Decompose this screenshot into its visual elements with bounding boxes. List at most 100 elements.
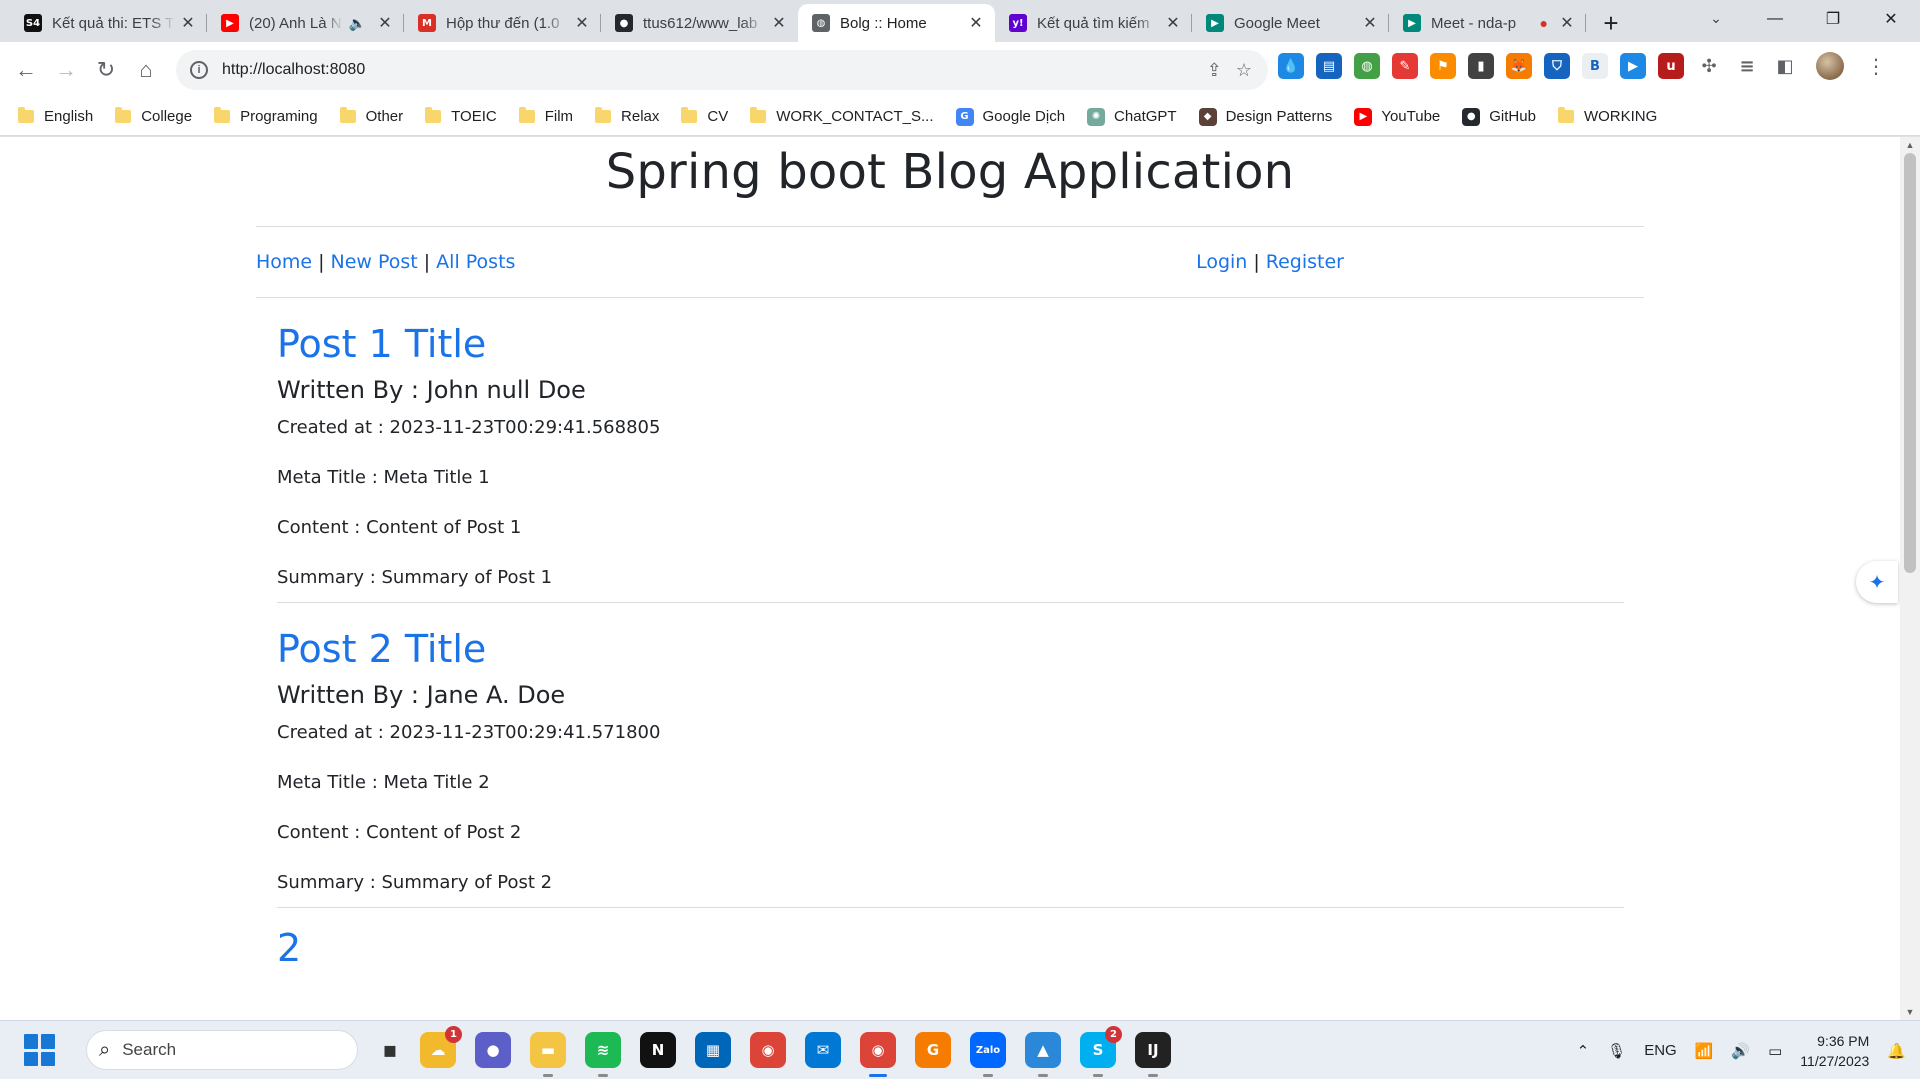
nav-register-link[interactable]: Register [1266,251,1344,273]
skype-icon[interactable]: S2 [1080,1026,1122,1077]
more-menu-icon[interactable]: ⋮ [1866,54,1886,79]
pagination-link[interactable]: 2 [277,926,1644,970]
bookmark-folder[interactable]: CV [681,107,728,125]
bookmark-folder[interactable]: Film [518,107,573,125]
grammar-extension-icon[interactable]: ◍ [1354,53,1380,79]
chrome-icon[interactable]: ◉ [750,1032,786,1068]
browser-tab[interactable]: y! Kết quả tìm kiếm ✕ [995,4,1192,42]
volume-icon[interactable]: 🔊 [1731,1042,1750,1060]
home-icon[interactable]: ⌂ [128,52,164,88]
scrollbar-thumb[interactable] [1904,153,1916,573]
bookmark-link[interactable]: ◆ Design Patterns [1198,107,1332,126]
new-tab-button[interactable]: + [1596,8,1626,38]
share-icon[interactable]: ⇪ [1207,60,1222,81]
windows-start-icon[interactable] [24,1034,56,1066]
tab-close-icon[interactable]: ✕ [376,14,394,32]
profile-avatar[interactable] [1816,52,1844,80]
bookmark-link[interactable]: G Google Dịch [955,107,1065,126]
browser-tab[interactable]: ◍ Bolg :: Home ✕ [798,4,995,42]
metamask-extension-icon[interactable]: 🦊 [1506,53,1532,79]
close-window-icon[interactable]: ✕ [1862,0,1920,38]
tab-status-icon[interactable]: 🔈 [349,15,366,32]
forward-arrow-icon[interactable]: → [48,52,84,88]
tab-close-icon[interactable]: ✕ [1164,14,1182,32]
tab-close-icon[interactable]: ✕ [1558,14,1576,32]
page-scrollbar[interactable]: ▲ ▼ [1900,137,1920,1020]
reload-icon[interactable]: ↻ [88,52,124,88]
tab-search-chevron-icon[interactable]: ⌄ [1702,4,1730,32]
scroll-down-icon[interactable]: ▼ [1900,1004,1920,1020]
bookmark-folder[interactable]: Programing [214,107,318,125]
photos-icon[interactable]: ▲ [1025,1032,1061,1077]
url-text[interactable]: http://localhost:8080 [222,61,1207,79]
bookmark-link[interactable]: ▶ YouTube [1354,107,1440,126]
site-info-icon[interactable]: i [190,61,208,79]
post-title-link[interactable]: Post 2 Title [277,627,1624,671]
bookmark-folder[interactable]: Other [339,107,403,125]
nav-all-posts-link[interactable]: All Posts [436,251,515,273]
bookmark-link[interactable]: ✺ ChatGPT [1087,107,1177,126]
chrome-active-icon[interactable]: ◉ [860,1032,896,1077]
tab-close-icon[interactable]: ✕ [573,14,591,32]
tab-status-icon[interactable]: ● [1540,15,1548,31]
bookmark-folder[interactable]: WORKING [1557,107,1657,125]
wifi-icon[interactable]: 📶 [1695,1042,1714,1060]
bookmark-folder[interactable]: WORK_CONTACT_S... [750,107,934,125]
browser-tab[interactable]: ▶ (20) Anh Là N 🔈 ✕ [207,4,404,42]
bookmark-folder[interactable]: College [115,107,192,125]
device-extension-icon[interactable]: ▮ [1468,53,1494,79]
water-drop-extension-icon[interactable]: 💧 [1278,53,1304,79]
notion-icon[interactable]: N [640,1032,676,1068]
nav-home-link[interactable]: Home [256,251,312,273]
reading-list-icon[interactable]: ≡ [1734,53,1760,79]
pdf-icon[interactable]: G [915,1032,951,1068]
color-extension-icon[interactable]: ✎ [1392,53,1418,79]
task-view-icon[interactable]: ▪ [372,1032,408,1068]
zalo-icon[interactable]: Zalo [970,1032,1006,1077]
intellij-icon[interactable]: IJ [1135,1032,1171,1077]
minimize-icon[interactable]: — [1746,0,1804,38]
microphone-icon[interactable]: 🎙 [1607,1042,1626,1060]
spotify-icon[interactable]: ≋ [585,1032,621,1077]
scroll-up-icon[interactable]: ▲ [1900,137,1920,153]
bookmark-link[interactable]: ● GitHub [1462,107,1536,126]
bookmark-folder[interactable]: Relax [595,107,659,125]
back-arrow-icon[interactable]: ← [8,52,44,88]
tab-close-icon[interactable]: ✕ [1361,14,1379,32]
bookmark-folder[interactable]: TOEIC [425,107,497,125]
sparkle-assistant-icon[interactable]: ✦ [1856,561,1898,603]
restore-icon[interactable]: ❐ [1804,0,1862,38]
clock[interactable]: 9:36 PM 11/27/2023 [1800,1031,1869,1071]
tool-extension-icon[interactable]: ⚑ [1430,53,1456,79]
browser-tab[interactable]: ● ttus612/www_lab ✕ [601,4,798,42]
notification-bell-icon[interactable]: 🔔 [1887,1042,1906,1060]
nav-login-link[interactable]: Login [1196,251,1247,273]
widgets-icon[interactable]: ☁ 1 [420,1026,462,1068]
mail-icon[interactable]: ✉ [805,1032,841,1068]
tab-close-icon[interactable]: ✕ [179,14,197,32]
puzzle-extensions-icon[interactable]: ✣ [1696,53,1722,79]
store-icon[interactable]: ▦ [695,1032,731,1068]
tab-close-icon[interactable]: ✕ [770,14,788,32]
taskbar-search-box[interactable]: ⌕ Search [86,1030,358,1070]
browser-tab[interactable]: S4 Kết quả thi: ETS T ✕ [10,4,207,42]
play-extension-icon[interactable]: ▶ [1620,53,1646,79]
address-bar[interactable]: i http://localhost:8080 ⇪ ☆ [176,50,1268,90]
browser-tab[interactable]: ▶ Google Meet ✕ [1192,4,1389,42]
shield-extension-icon[interactable]: ⛉ [1544,53,1570,79]
language-indicator[interactable]: ENG [1644,1042,1677,1059]
browser-tab[interactable]: M Hộp thư đến (1.0 ✕ [404,4,601,42]
nav-new-post-link[interactable]: New Post [331,251,418,273]
battery-icon[interactable]: ▭ [1768,1042,1782,1060]
bookmark-folder[interactable]: English [18,107,93,125]
post-title-link[interactable]: Post 1 Title [277,322,1624,366]
bookmark-star-icon[interactable]: ☆ [1236,60,1252,81]
browser-tab[interactable]: ▶ Meet - nda-p ● ✕ [1389,4,1586,42]
file-explorer-icon[interactable]: ▬ [530,1032,566,1077]
ublock-extension-icon[interactable]: u [1658,53,1684,79]
tray-chevron-icon[interactable]: ⌃ [1577,1042,1590,1060]
side-panel-icon[interactable]: ◧ [1772,53,1798,79]
b-extension-icon[interactable]: B [1582,53,1608,79]
chat-icon[interactable]: ● [475,1032,511,1068]
tab-close-icon[interactable]: ✕ [967,14,985,32]
